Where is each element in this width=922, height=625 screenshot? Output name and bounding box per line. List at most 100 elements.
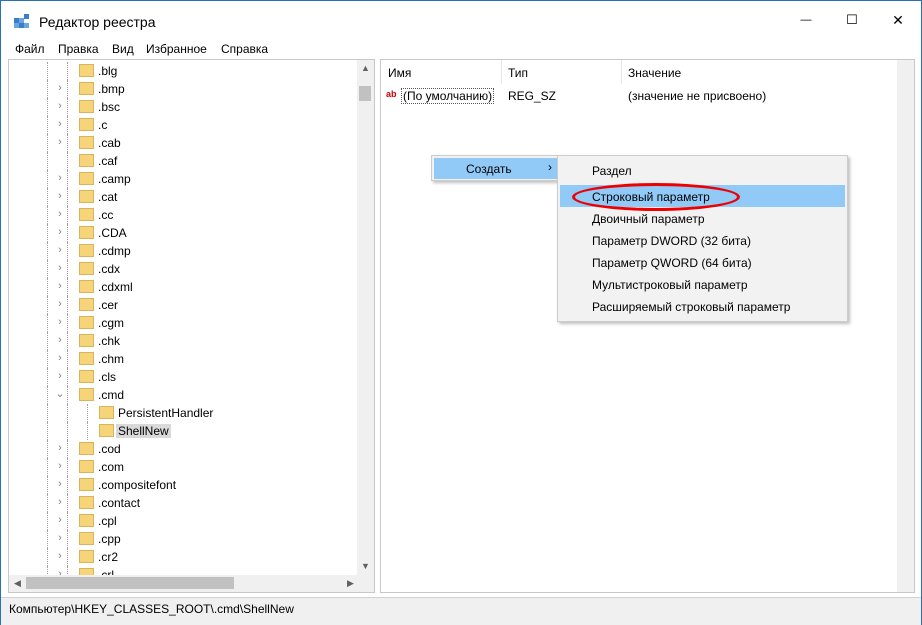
- folder-icon: [79, 442, 94, 455]
- close-button[interactable]: ✕: [875, 1, 921, 39]
- tree-item[interactable]: › .cdmp: [9, 242, 359, 260]
- submenu-item[interactable]: Параметр QWORD (64 бита): [560, 251, 845, 273]
- tree-item[interactable]: › .crl: [9, 566, 359, 575]
- tree-item[interactable]: › .com: [9, 458, 359, 476]
- chevron-right-icon[interactable]: ›: [55, 298, 65, 310]
- menu-view[interactable]: Вид: [112, 42, 134, 56]
- tree-item[interactable]: ShellNew: [9, 422, 359, 440]
- tree-item[interactable]: › .cab: [9, 134, 359, 152]
- tree-guide-line: [47, 260, 48, 278]
- chevron-right-icon[interactable]: ›: [55, 370, 65, 382]
- maximize-button[interactable]: ☐: [829, 1, 875, 39]
- chevron-right-icon[interactable]: ›: [55, 460, 65, 472]
- chevron-right-icon[interactable]: ›: [55, 208, 65, 220]
- tree-item[interactable]: › .cdx: [9, 260, 359, 278]
- menu-item-create[interactable]: Создать ›: [434, 158, 560, 179]
- registry-editor-window: Редактор реестра — ☐ ✕ Файл Правка Вид И…: [0, 0, 922, 625]
- tree-item[interactable]: › .camp: [9, 170, 359, 188]
- chevron-right-icon[interactable]: ›: [55, 316, 65, 328]
- chevron-right-icon[interactable]: ›: [55, 190, 65, 202]
- chevron-right-icon[interactable]: ›: [55, 352, 65, 364]
- chevron-down-icon[interactable]: ⌄: [55, 388, 65, 400]
- chevron-right-icon[interactable]: ›: [55, 118, 65, 130]
- chevron-right-icon[interactable]: ›: [55, 82, 65, 94]
- tree-item[interactable]: ⌄ .cmd: [9, 386, 359, 404]
- menu-help[interactable]: Справка: [221, 42, 268, 56]
- scrollbar-corner: [357, 575, 374, 592]
- chevron-right-icon[interactable]: ›: [55, 532, 65, 544]
- chevron-right-icon[interactable]: ›: [55, 496, 65, 508]
- scroll-down-icon[interactable]: ▼: [357, 558, 374, 575]
- folder-icon: [79, 262, 94, 275]
- tree-item[interactable]: › .bsc: [9, 98, 359, 116]
- tree-guide-line: [67, 440, 68, 458]
- chevron-right-icon[interactable]: ›: [55, 262, 65, 274]
- table-row[interactable]: ab (По умолчанию) REG_SZ (значение не пр…: [381, 86, 881, 106]
- column-divider[interactable]: [501, 60, 502, 84]
- tree-item[interactable]: › .cpp: [9, 530, 359, 548]
- submenu-item-label: Параметр QWORD (64 бита): [592, 256, 752, 270]
- tree-guide-line: [87, 404, 88, 422]
- tree-vertical-scrollbar[interactable]: ▲ ▼: [357, 60, 374, 575]
- submenu-item[interactable]: Параметр DWORD (32 бита): [560, 229, 845, 251]
- tree-item-label: .compositefont: [98, 478, 177, 492]
- tree-item[interactable]: › .cls: [9, 368, 359, 386]
- submenu-item[interactable]: Двоичный параметр: [560, 207, 845, 229]
- tree-item[interactable]: › .cc: [9, 206, 359, 224]
- chevron-right-icon[interactable]: ›: [55, 442, 65, 454]
- tree-guide-line: [67, 206, 68, 224]
- scroll-thumb[interactable]: [26, 577, 234, 589]
- scroll-up-icon[interactable]: ▲: [357, 60, 374, 77]
- chevron-right-icon[interactable]: ›: [55, 514, 65, 526]
- key-tree[interactable]: .blg › .bmp › .bsc › .c › .cab .caf › .camp › .cat › .c…: [9, 60, 359, 575]
- menu-file[interactable]: Файл: [15, 42, 45, 56]
- chevron-right-icon[interactable]: ›: [55, 226, 65, 238]
- column-header-value[interactable]: Значение: [628, 60, 681, 84]
- menu-favorites[interactable]: Избранное: [146, 42, 207, 56]
- scroll-thumb[interactable]: [359, 86, 371, 101]
- tree-item[interactable]: › .c: [9, 116, 359, 134]
- tree-item[interactable]: › .compositefont: [9, 476, 359, 494]
- submenu-item[interactable]: Расширяемый строковый параметр: [560, 295, 845, 317]
- chevron-right-icon[interactable]: ›: [55, 100, 65, 112]
- values-pane[interactable]: Имя Тип Значение ab (По умолчанию) REG_S…: [380, 59, 915, 593]
- tree-item[interactable]: › .contact: [9, 494, 359, 512]
- tree-item[interactable]: › .chm: [9, 350, 359, 368]
- chevron-right-icon[interactable]: ›: [55, 244, 65, 256]
- tree-item[interactable]: › .cdxml: [9, 278, 359, 296]
- tree-item[interactable]: › .cat: [9, 188, 359, 206]
- tree-item[interactable]: .blg: [9, 62, 359, 80]
- submenu-item[interactable]: Мультистроковый параметр: [560, 273, 845, 295]
- chevron-right-icon[interactable]: ›: [55, 334, 65, 346]
- tree-item[interactable]: › .chk: [9, 332, 359, 350]
- column-divider[interactable]: [621, 60, 622, 84]
- tree-item[interactable]: .caf: [9, 152, 359, 170]
- title-bar[interactable]: Редактор реестра — ☐ ✕: [1, 1, 921, 39]
- tree-item[interactable]: › .cr2: [9, 548, 359, 566]
- tree-item[interactable]: › .cgm: [9, 314, 359, 332]
- chevron-right-icon[interactable]: ›: [55, 280, 65, 292]
- tree-item[interactable]: › .cer: [9, 296, 359, 314]
- menu-edit[interactable]: Правка: [58, 42, 99, 56]
- tree-guide-line: [67, 170, 68, 188]
- folder-icon: [79, 478, 94, 491]
- column-header-type[interactable]: Тип: [508, 60, 528, 84]
- scroll-left-icon[interactable]: ◀: [9, 575, 26, 592]
- tree-item[interactable]: › .CDA: [9, 224, 359, 242]
- tree-item[interactable]: PersistentHandler: [9, 404, 359, 422]
- tree-item[interactable]: › .bmp: [9, 80, 359, 98]
- chevron-right-icon[interactable]: ›: [55, 568, 65, 575]
- chevron-right-icon[interactable]: ›: [55, 478, 65, 490]
- minimize-button[interactable]: —: [783, 1, 829, 39]
- chevron-right-icon[interactable]: ›: [55, 550, 65, 562]
- tree-horizontal-scrollbar[interactable]: ◀ ▶: [9, 575, 359, 592]
- tree-item[interactable]: › .cod: [9, 440, 359, 458]
- submenu-item[interactable]: Раздел: [560, 159, 845, 181]
- column-header-name[interactable]: Имя: [388, 60, 411, 84]
- tree-item[interactable]: › .cpl: [9, 512, 359, 530]
- chevron-right-icon[interactable]: ›: [55, 172, 65, 184]
- values-vertical-scrollbar[interactable]: [897, 60, 914, 592]
- chevron-right-icon[interactable]: ›: [55, 136, 65, 148]
- value-type: REG_SZ: [508, 89, 557, 103]
- key-tree-pane[interactable]: .blg › .bmp › .bsc › .c › .cab .caf › .camp › .cat › .c…: [8, 59, 375, 593]
